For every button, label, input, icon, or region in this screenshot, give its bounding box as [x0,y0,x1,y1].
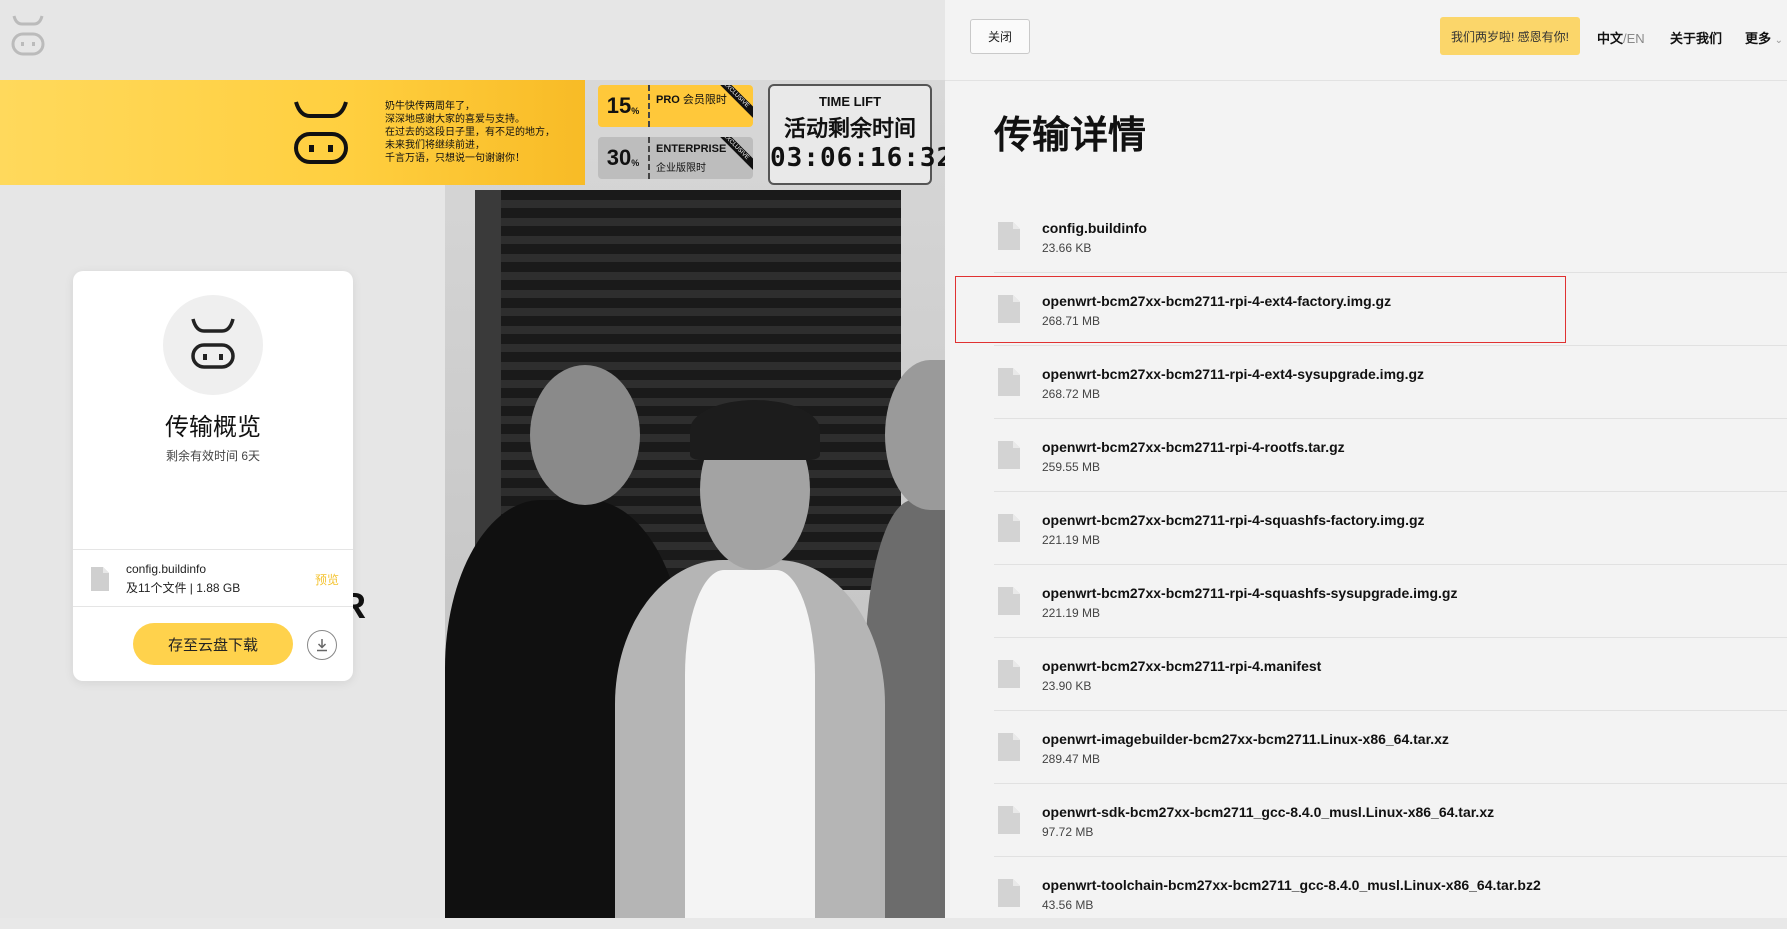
file-row[interactable]: openwrt-bcm27xx-bcm2711-rpi-4-squashfs-f… [994,492,1787,565]
transfer-overview-card: 传输概览 剩余有效时间 6天 config.buildinfo 及11个文件 |… [73,271,353,681]
background-photo [445,80,945,918]
enterprise-coupon[interactable]: 30% ENTERPRISE 企业版限时 EXCLUSIVE [598,137,753,179]
file-size: 221.19 MB [1042,606,1101,620]
about-us-link[interactable]: 关于我们 [1670,28,1722,47]
chevron-down-icon: ⌄ [1774,35,1784,46]
close-button[interactable]: 关闭 [970,19,1030,54]
top-bar: 关闭 我们两岁啦! 感恩有你! 中文/EN 关于我们 更多 ⌄ [945,0,1787,81]
file-name: openwrt-bcm27xx-bcm2711-rpi-4-ext4-facto… [1042,293,1392,309]
file-name: openwrt-toolchain-bcm27xx-bcm2711_gcc-8.… [1042,877,1541,893]
file-icon [91,567,109,591]
file-name: openwrt-bcm27xx-bcm2711-rpi-4.manifest [1042,658,1322,674]
file-row[interactable]: config.buildinfo 23.66 KB [994,200,1787,273]
file-size: 23.90 KB [1042,679,1092,693]
file-size: 43.56 MB [1042,898,1094,912]
more-menu[interactable]: 更多 ⌄ [1745,28,1783,47]
file-icon [998,514,1020,542]
file-size: 97.72 MB [1042,825,1094,839]
file-row[interactable]: openwrt-bcm27xx-bcm2711-rpi-4-squashfs-s… [994,565,1787,638]
file-row[interactable]: openwrt-bcm27xx-bcm2711-rpi-4-ext4-facto… [994,273,1787,346]
file-name: config.buildinfo [1042,220,1147,236]
file-size: 268.72 MB [1042,387,1101,401]
avatar [163,295,263,395]
background-area: R 奶牛快传两周年了， 深深地感谢大家的喜爱与支持。 在过去的这段日子里，有不足… [0,0,945,918]
download-button[interactable] [307,630,337,660]
save-to-cloud-button[interactable]: 存至云盘下载 [133,623,293,665]
file-size: 23.66 KB [1042,241,1092,255]
file-row[interactable]: openwrt-toolchain-bcm27xx-bcm2711_gcc-8.… [994,857,1787,929]
file-size: 268.71 MB [1042,314,1101,328]
language-switch[interactable]: 中文/EN [1597,28,1645,47]
anniversary-badge[interactable]: 我们两岁啦! 感恩有你! [1440,17,1580,55]
file-icon [998,733,1020,761]
file-row[interactable]: openwrt-bcm27xx-bcm2711-rpi-4.manifest 2… [994,638,1787,711]
file-name: openwrt-bcm27xx-bcm2711-rpi-4-squashfs-f… [1042,512,1425,528]
transfer-detail-panel: 关闭 我们两岁啦! 感恩有你! 中文/EN 关于我们 更多 ⌄ 传输详情 con… [945,0,1787,918]
file-icon [998,295,1020,323]
page-title: 传输详情 [994,115,1147,157]
preview-link[interactable]: 预览 [315,571,339,588]
file-icon [998,806,1020,834]
banner-message: 奶牛快传两周年了， 深深地感谢大家的喜爱与支持。 在过去的这段日子里，有不足的地… [385,101,555,164]
download-icon [317,639,327,652]
file-name: openwrt-sdk-bcm27xx-bcm2711_gcc-8.4.0_mu… [1042,804,1495,820]
pro-coupon[interactable]: 15% PRO 会员限时 EXCLUSIVE [598,85,753,127]
cow-logo-icon [191,318,235,369]
file-summary: 及11个文件 | 1.88 GB [126,581,241,595]
file-name: openwrt-bcm27xx-bcm2711-rpi-4-ext4-sysup… [1042,366,1425,382]
file-row[interactable]: openwrt-sdk-bcm27xx-bcm2711_gcc-8.4.0_mu… [994,784,1787,857]
file-icon [998,368,1020,396]
file-name: openwrt-imagebuilder-bcm27xx-bcm2711.Lin… [1042,731,1449,747]
expiry-text: 剩余有效时间 6天 [165,449,260,463]
file-size: 221.19 MB [1042,533,1101,547]
file-icon [998,222,1020,250]
cow-logo-icon [294,101,348,164]
divider [73,606,353,607]
anniversary-banner[interactable]: 奶牛快传两周年了， 深深地感谢大家的喜爱与支持。 在过去的这段日子里，有不足的地… [0,80,945,185]
file-size: 289.47 MB [1042,752,1101,766]
countdown-timer: TIME LIFT 活动剩余时间 03:06:16:32 [768,84,945,185]
file-list: config.buildinfo 23.66 KB openwrt-bcm27x… [994,200,1787,929]
file-icon [998,660,1020,688]
file-row[interactable]: openwrt-bcm27xx-bcm2711-rpi-4-rootfs.tar… [994,419,1787,492]
first-file-name: config.buildinfo [126,562,207,576]
divider [73,549,353,550]
file-name: openwrt-bcm27xx-bcm2711-rpi-4-rootfs.tar… [1042,439,1345,455]
file-row[interactable]: openwrt-bcm27xx-bcm2711-rpi-4-ext4-sysup… [994,346,1787,419]
file-icon [998,879,1020,907]
card-title: 传输概览 [165,414,261,441]
file-icon [998,441,1020,469]
cow-logo-icon[interactable] [10,14,46,58]
file-icon [998,587,1020,615]
file-row[interactable]: openwrt-imagebuilder-bcm27xx-bcm2711.Lin… [994,711,1787,784]
file-name: openwrt-bcm27xx-bcm2711-rpi-4-squashfs-s… [1042,585,1458,601]
file-size: 259.55 MB [1042,460,1101,474]
